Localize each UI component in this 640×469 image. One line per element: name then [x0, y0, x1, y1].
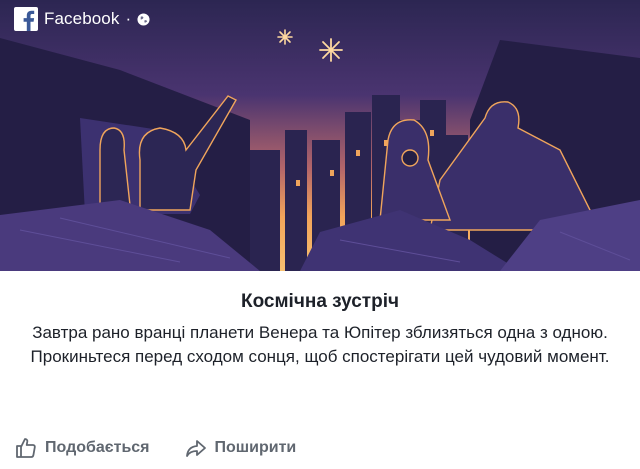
like-button[interactable]: Подобається — [14, 436, 150, 460]
post-description: Завтра рано вранці планети Венера та Юпі… — [30, 323, 610, 366]
night-sky-illustration — [0, 0, 640, 271]
star-icon — [277, 29, 293, 45]
source-name: Facebook — [44, 9, 120, 28]
separator: · — [125, 9, 132, 28]
like-label: Подобається — [45, 439, 150, 456]
share-label: Поширити — [214, 439, 297, 456]
post-actions: Подобається Поширити — [14, 434, 296, 462]
share-button[interactable]: Поширити — [184, 436, 297, 460]
post-title: Космічна зустріч — [240, 291, 400, 312]
globe-icon — [137, 12, 150, 26]
facebook-logo-icon — [14, 7, 38, 31]
star-icon — [319, 38, 343, 62]
hero-illustration — [0, 0, 640, 271]
thumbs-up-icon — [16, 438, 36, 458]
post-source[interactable]: Facebook · — [14, 7, 150, 31]
post-content: Космічна зустріч Завтра рано вранці план… — [0, 271, 640, 369]
share-arrow-icon — [185, 440, 206, 457]
